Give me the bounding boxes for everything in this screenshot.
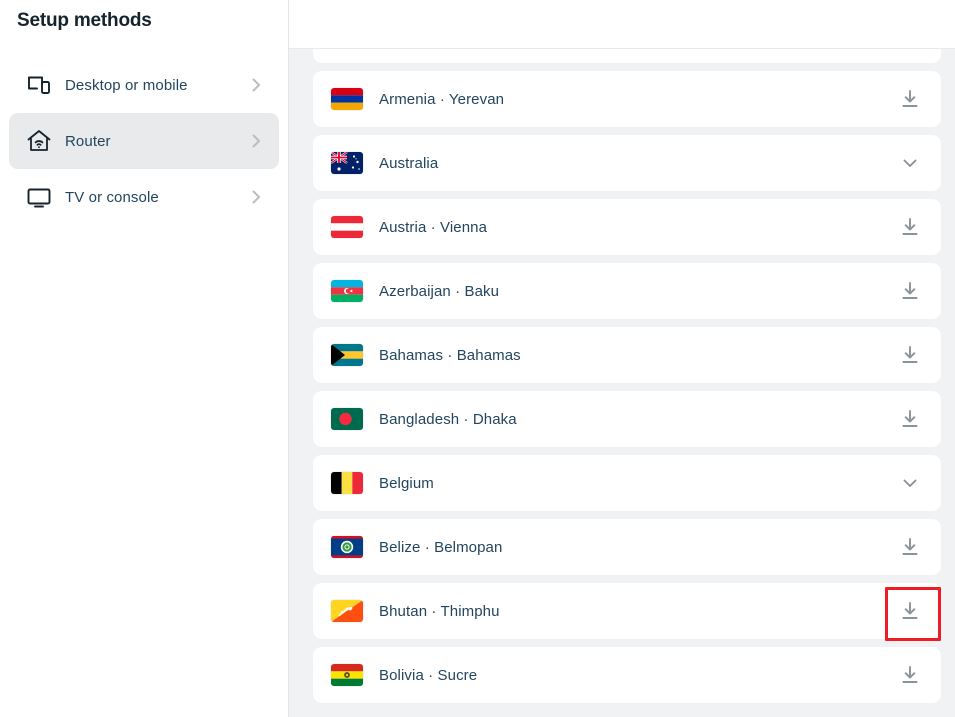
sidebar-item-label: Router — [65, 133, 247, 150]
bangladesh-flag — [331, 408, 363, 430]
list-item[interactable]: Australia — [313, 135, 941, 191]
sidebar-item-desktop-or-mobile[interactable]: Desktop or mobile — [9, 57, 279, 113]
sidebar-item-tv-or-console[interactable]: TV or console — [9, 169, 279, 225]
list-item[interactable]: Azerbaijan · Baku — [313, 263, 941, 319]
belize-flag — [331, 536, 363, 558]
download-icon[interactable] — [899, 344, 921, 366]
list-item[interactable]: Bangladesh · Dhaka — [313, 391, 941, 447]
sidebar-item-router[interactable]: Router — [9, 113, 279, 169]
list-item-label: Bhutan · Thimphu — [379, 603, 899, 620]
list-item[interactable]: Bahamas · Bahamas — [313, 327, 941, 383]
bahamas-flag — [331, 344, 363, 366]
chevron-right-icon — [247, 132, 265, 150]
list-item[interactable]: Austria · Vienna — [313, 199, 941, 255]
list-item-label: Azerbaijan · Baku — [379, 283, 899, 300]
main-panel: Armenia · Yerevan Australia Austria · Vien… — [289, 0, 955, 717]
sidebar: Setup methods Desktop or mobile — [0, 0, 289, 717]
list-item[interactable]: Bhutan · Thimphu — [313, 583, 941, 639]
austria-flag — [331, 216, 363, 238]
page-title: Setup methods — [0, 0, 288, 32]
download-icon[interactable] — [899, 408, 921, 430]
chevron-right-icon — [247, 76, 265, 94]
setup-methods-nav: Desktop or mobile Router — [0, 57, 288, 225]
sidebar-item-label: TV or console — [65, 189, 247, 206]
chevron-down-icon[interactable] — [899, 472, 921, 494]
chevron-down-icon[interactable] — [899, 152, 921, 174]
download-icon[interactable] — [899, 88, 921, 110]
list-item-label: Austria · Vienna — [379, 219, 899, 236]
sidebar-item-label: Desktop or mobile — [65, 77, 247, 94]
download-icon[interactable] — [899, 216, 921, 238]
list-item-label: Bangladesh · Dhaka — [379, 411, 899, 428]
list-item[interactable]: Belize · Belmopan — [313, 519, 941, 575]
list-item-partial-above[interactable] — [313, 49, 941, 63]
belgium-flag — [331, 472, 363, 494]
list-item-label: Bolivia · Sucre — [379, 667, 899, 684]
tv-icon — [23, 181, 55, 213]
list-item[interactable]: Bolivia · Sucre — [313, 647, 941, 703]
list-item-label: Belgium — [379, 475, 899, 492]
download-icon[interactable] — [899, 600, 921, 622]
router-home-icon — [23, 125, 55, 157]
australia-flag — [331, 152, 363, 174]
app-root: Setup methods Desktop or mobile — [0, 0, 955, 717]
list-item[interactable]: Belgium — [313, 455, 941, 511]
azerbaijan-flag — [331, 280, 363, 302]
chevron-right-icon — [247, 188, 265, 206]
list-item-label: Armenia · Yerevan — [379, 91, 899, 108]
bolivia-flag — [331, 664, 363, 686]
bhutan-flag — [331, 600, 363, 622]
list-item[interactable]: Armenia · Yerevan — [313, 71, 941, 127]
main-header-bar — [289, 0, 955, 49]
download-icon[interactable] — [899, 664, 921, 686]
list-item-label: Bahamas · Bahamas — [379, 347, 899, 364]
country-list: Armenia · Yerevan Australia Austria · Vien… — [313, 49, 941, 703]
download-icon[interactable] — [899, 536, 921, 558]
devices-icon — [23, 69, 55, 101]
list-item-label: Belize · Belmopan — [379, 539, 899, 556]
list-item-label: Australia — [379, 155, 899, 172]
download-icon[interactable] — [899, 280, 921, 302]
country-list-scroll-area[interactable]: Armenia · Yerevan Australia Austria · Vien… — [289, 49, 955, 717]
armenia-flag — [331, 88, 363, 110]
